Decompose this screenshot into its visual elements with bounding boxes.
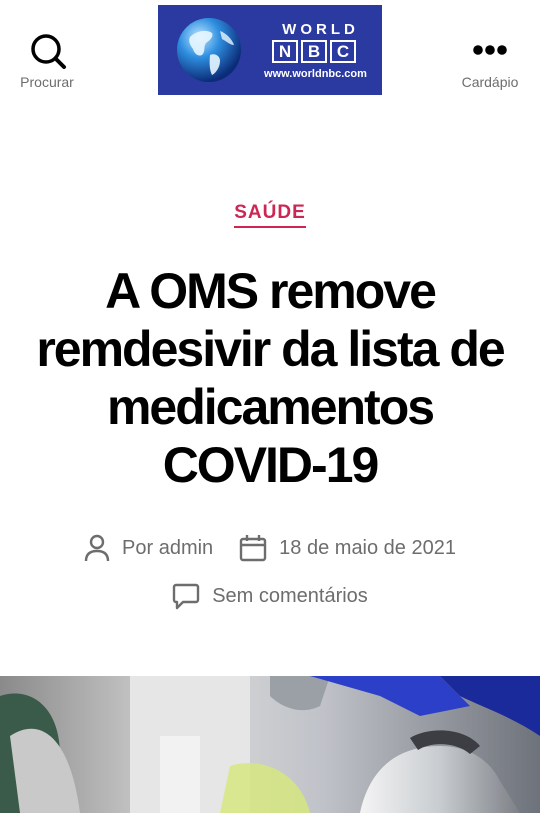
date-link[interactable]: 18 de maio de 2021: [279, 537, 456, 560]
logo-letter: B: [301, 40, 327, 63]
user-icon: [84, 534, 110, 562]
more-dots-icon: [445, 30, 535, 70]
featured-image: [0, 676, 540, 813]
post-date: 18 de maio de 2021: [239, 534, 456, 562]
article-meta-comments: Sem comentários: [0, 582, 540, 610]
site-header: Procurar WORLD N B C www.worldnbc.com Ca…: [0, 0, 540, 100]
search-icon: [2, 30, 92, 70]
globe-icon: [177, 18, 241, 82]
logo-nbc-letters: N B C: [272, 40, 356, 63]
site-logo[interactable]: WORLD N B C www.worldnbc.com: [158, 5, 382, 95]
search-label: Procurar: [20, 74, 74, 90]
logo-letter: C: [330, 40, 356, 63]
post-author: Por admin: [84, 534, 213, 562]
comment-icon: [172, 583, 200, 610]
logo-url-text: www.worldnbc.com: [264, 68, 367, 80]
comments-link[interactable]: Sem comentários: [212, 585, 368, 608]
category-link[interactable]: SAÚDE: [234, 202, 306, 228]
logo-letter: N: [272, 40, 298, 63]
article-meta: Por admin 18 de maio de 2021: [0, 534, 540, 562]
calendar-icon: [239, 535, 267, 562]
menu-label: Cardápio: [461, 74, 519, 90]
category-wrapper: SAÚDE: [0, 202, 540, 228]
search-toggle-button[interactable]: Procurar: [2, 30, 92, 90]
logo-world-text: WORLD: [282, 21, 359, 38]
article-title: A OMS remove remdesivir da lista de medi…: [36, 263, 505, 493]
author-link[interactable]: Por admin: [122, 537, 213, 560]
menu-toggle-button[interactable]: Cardápio: [445, 30, 535, 90]
post-comments: Sem comentários: [172, 582, 368, 610]
